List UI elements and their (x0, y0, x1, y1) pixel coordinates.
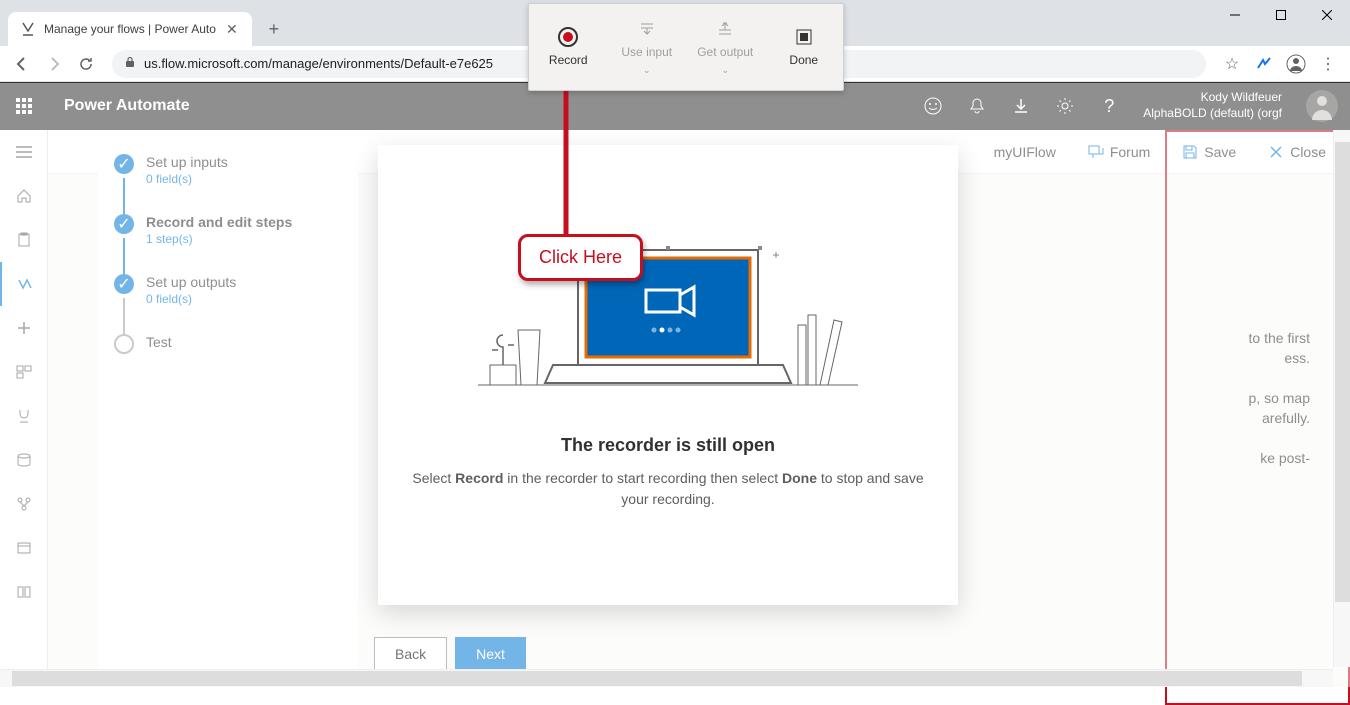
reload-button[interactable] (72, 50, 100, 78)
menu-icon[interactable]: ⋮ (1314, 50, 1342, 78)
window-controls (1212, 0, 1350, 30)
modal-title: The recorder is still open (561, 435, 775, 456)
record-icon (558, 27, 578, 47)
done-button[interactable]: Done (765, 4, 844, 90)
modal-text: Select Record in the recorder to start r… (408, 468, 928, 510)
recorder-toolbar: Record Use input⌄ Get output⌄ Done (528, 3, 844, 91)
window-close-button[interactable] (1304, 0, 1350, 30)
new-tab-button[interactable]: + (260, 15, 288, 43)
recorder-open-modal: The recorder is still open Select Record… (378, 145, 958, 605)
minimize-button[interactable] (1212, 0, 1258, 30)
back-button[interactable] (8, 50, 36, 78)
modal-illustration (478, 195, 858, 395)
tab-favicon-icon (20, 21, 36, 37)
maximize-button[interactable] (1258, 0, 1304, 30)
use-input-button[interactable]: Use input⌄ (608, 4, 687, 90)
forward-button[interactable] (40, 50, 68, 78)
get-output-button[interactable]: Get output⌄ (686, 4, 765, 90)
tab-close-icon[interactable]: ✕ (224, 21, 240, 37)
profile-icon[interactable] (1282, 50, 1310, 78)
star-icon[interactable]: ☆ (1218, 50, 1246, 78)
record-button[interactable]: Record (529, 4, 608, 90)
lock-icon (124, 56, 136, 71)
extension-icon[interactable] (1250, 50, 1278, 78)
click-here-callout: Click Here (518, 234, 643, 281)
browser-tab[interactable]: Manage your flows | Power Auto ✕ (8, 12, 252, 46)
tab-title: Manage your flows | Power Auto (44, 22, 216, 36)
